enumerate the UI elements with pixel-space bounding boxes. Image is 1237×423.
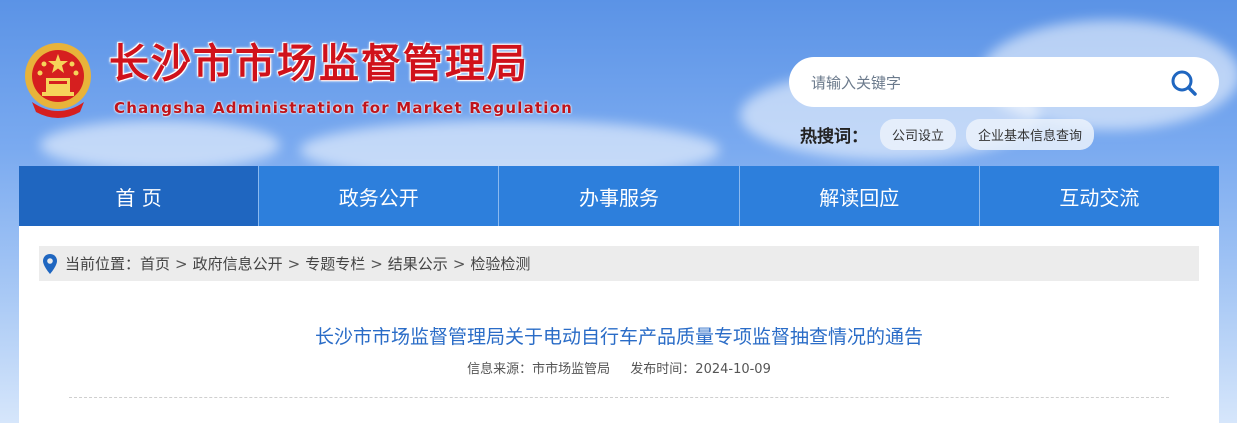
location-pin-icon bbox=[43, 253, 57, 274]
nav-interaction[interactable]: 互动交流 bbox=[978, 166, 1219, 226]
article-source: 信息来源：市市场监管局 bbox=[467, 362, 611, 377]
breadcrumb: 当前位置： 首页 > 政府信息公开 > 专题专栏 > 结果公示 > 检验检测 bbox=[39, 246, 1199, 281]
article-date: 发布时间：2024-10-09 bbox=[630, 362, 771, 377]
main-nav: 首 页 政务公开 办事服务 解读回应 互动交流 bbox=[19, 166, 1219, 226]
breadcrumb-separator: > bbox=[370, 254, 383, 273]
breadcrumb-results[interactable]: 结果公示 bbox=[388, 253, 448, 274]
breadcrumb-separator: > bbox=[287, 254, 301, 273]
site-header: 长沙市市场监督管理局 Changsha Administration for M… bbox=[0, 0, 1237, 166]
divider bbox=[69, 397, 1169, 398]
article-meta: 信息来源：市市场监管局 发布时间：2024-10-09 bbox=[19, 358, 1219, 377]
breadcrumb-gov-info[interactable]: 政府信息公开 bbox=[193, 253, 283, 274]
nav-home[interactable]: 首 页 bbox=[19, 166, 259, 226]
breadcrumb-home[interactable]: 首页 bbox=[140, 253, 170, 274]
hot-search: 热搜词： 公司设立 企业基本信息查询 bbox=[800, 119, 1104, 150]
nav-services[interactable]: 办事服务 bbox=[498, 166, 738, 226]
breadcrumb-inspection[interactable]: 检验检测 bbox=[470, 253, 530, 274]
nav-interpretation[interactable]: 解读回应 bbox=[738, 166, 979, 226]
nav-government-affairs[interactable]: 政务公开 bbox=[258, 166, 498, 226]
search-input[interactable] bbox=[809, 70, 1153, 96]
breadcrumb-topics[interactable]: 专题专栏 bbox=[305, 253, 365, 274]
article-title: 长沙市市场监督管理局关于电动自行车产品质量专项监督抽查情况的通告 bbox=[314, 326, 923, 348]
breadcrumb-separator: > bbox=[175, 254, 188, 273]
site-subtitle: Changsha Administration for Market Regul… bbox=[114, 99, 573, 117]
site-title: 长沙市市场监督管理局 bbox=[109, 41, 529, 87]
hot-search-label: 热搜词： bbox=[800, 127, 868, 147]
search-box bbox=[789, 57, 1219, 107]
national-emblem-icon bbox=[25, 43, 91, 118]
breadcrumb-separator: > bbox=[452, 254, 466, 273]
search-icon[interactable] bbox=[1169, 68, 1199, 98]
hot-tag[interactable]: 公司设立 bbox=[880, 119, 957, 150]
breadcrumb-prefix: 当前位置： bbox=[65, 255, 141, 273]
hot-tag[interactable]: 企业基本信息查询 bbox=[966, 119, 1095, 150]
content-area: 当前位置： 首页 > 政府信息公开 > 专题专栏 > 结果公示 > 检验检测 长… bbox=[19, 226, 1219, 423]
